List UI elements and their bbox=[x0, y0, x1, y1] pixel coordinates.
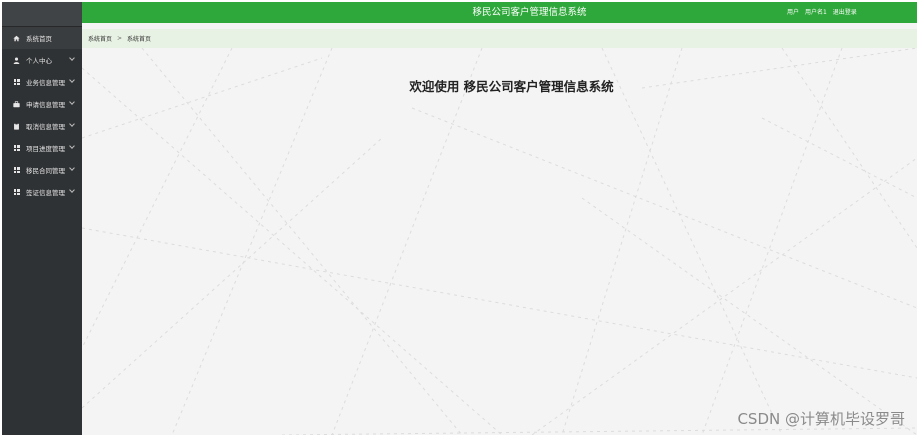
home-icon bbox=[13, 35, 20, 42]
username: 用户名1 bbox=[804, 9, 827, 16]
grid-icon bbox=[13, 145, 20, 152]
sidebar-item-label: 取消信息管理 bbox=[26, 123, 65, 131]
grid-icon bbox=[13, 189, 20, 196]
breadcrumb-item-home[interactable]: 系统首页 bbox=[88, 34, 112, 43]
sidebar-item-label: 项目进度管理 bbox=[26, 145, 65, 153]
grid-icon bbox=[13, 167, 20, 174]
app-frame: 系统首页 个人中心 业务信息管理 申请信息管理 取消信息管理 项目进度管理 移民… bbox=[2, 2, 917, 435]
chevron-down-icon bbox=[69, 187, 75, 193]
clipboard-icon bbox=[13, 122, 20, 130]
breadcrumb: 系统首页 > 系统首页 bbox=[82, 29, 917, 48]
chevron-down-icon bbox=[69, 99, 75, 105]
logout-link[interactable]: 退出登录 bbox=[833, 9, 857, 16]
sidebar-item-home[interactable]: 系统首页 bbox=[2, 27, 82, 49]
sidebar-item-immigration-contract[interactable]: 移民合同管理 bbox=[2, 159, 82, 181]
breadcrumb-item-current: 系统首页 bbox=[127, 36, 152, 43]
chevron-down-icon bbox=[69, 143, 75, 149]
sidebar-item-label: 个人中心 bbox=[26, 57, 52, 65]
sidebar: 系统首页 个人中心 业务信息管理 申请信息管理 取消信息管理 项目进度管理 移民… bbox=[2, 2, 82, 435]
watermark: CSDN @计算机毕设罗哥 bbox=[737, 410, 905, 428]
chevron-down-icon bbox=[69, 55, 75, 61]
sidebar-item-visa-info[interactable]: 签证信息管理 bbox=[2, 181, 82, 203]
user-area: 用户 用户名1 退出登录 bbox=[787, 2, 861, 23]
sidebar-item-project-progress[interactable]: 项目进度管理 bbox=[2, 137, 82, 159]
main-content: 欢迎使用 移民公司客户管理信息系统 bbox=[82, 48, 917, 435]
user-icon bbox=[13, 57, 20, 64]
chevron-down-icon bbox=[69, 165, 75, 171]
sidebar-logo-area bbox=[2, 2, 82, 27]
sidebar-item-label: 系统首页 bbox=[26, 35, 52, 43]
user-label: 用户 bbox=[787, 9, 800, 16]
breadcrumb-separator: > bbox=[117, 35, 123, 42]
chevron-down-icon bbox=[69, 77, 75, 83]
sidebar-item-application-info[interactable]: 申请信息管理 bbox=[2, 93, 82, 115]
sidebar-item-label: 移民合同管理 bbox=[26, 167, 65, 175]
background-pattern bbox=[82, 48, 917, 435]
welcome-message: 欢迎使用 移民公司客户管理信息系统 bbox=[409, 79, 614, 94]
chevron-down-icon bbox=[69, 121, 75, 127]
sidebar-item-label: 业务信息管理 bbox=[26, 79, 65, 87]
sidebar-item-label: 申请信息管理 bbox=[26, 101, 65, 109]
sidebar-item-cancellation-info[interactable]: 取消信息管理 bbox=[2, 115, 82, 137]
sidebar-item-business-info[interactable]: 业务信息管理 bbox=[2, 71, 82, 93]
grid-icon bbox=[13, 79, 20, 86]
top-header: 移民公司客户管理信息系统 用户 用户名1 退出登录 bbox=[82, 2, 917, 23]
briefcase-icon bbox=[13, 100, 20, 108]
sidebar-item-personal-center[interactable]: 个人中心 bbox=[2, 49, 82, 71]
sidebar-item-label: 签证信息管理 bbox=[26, 189, 65, 197]
